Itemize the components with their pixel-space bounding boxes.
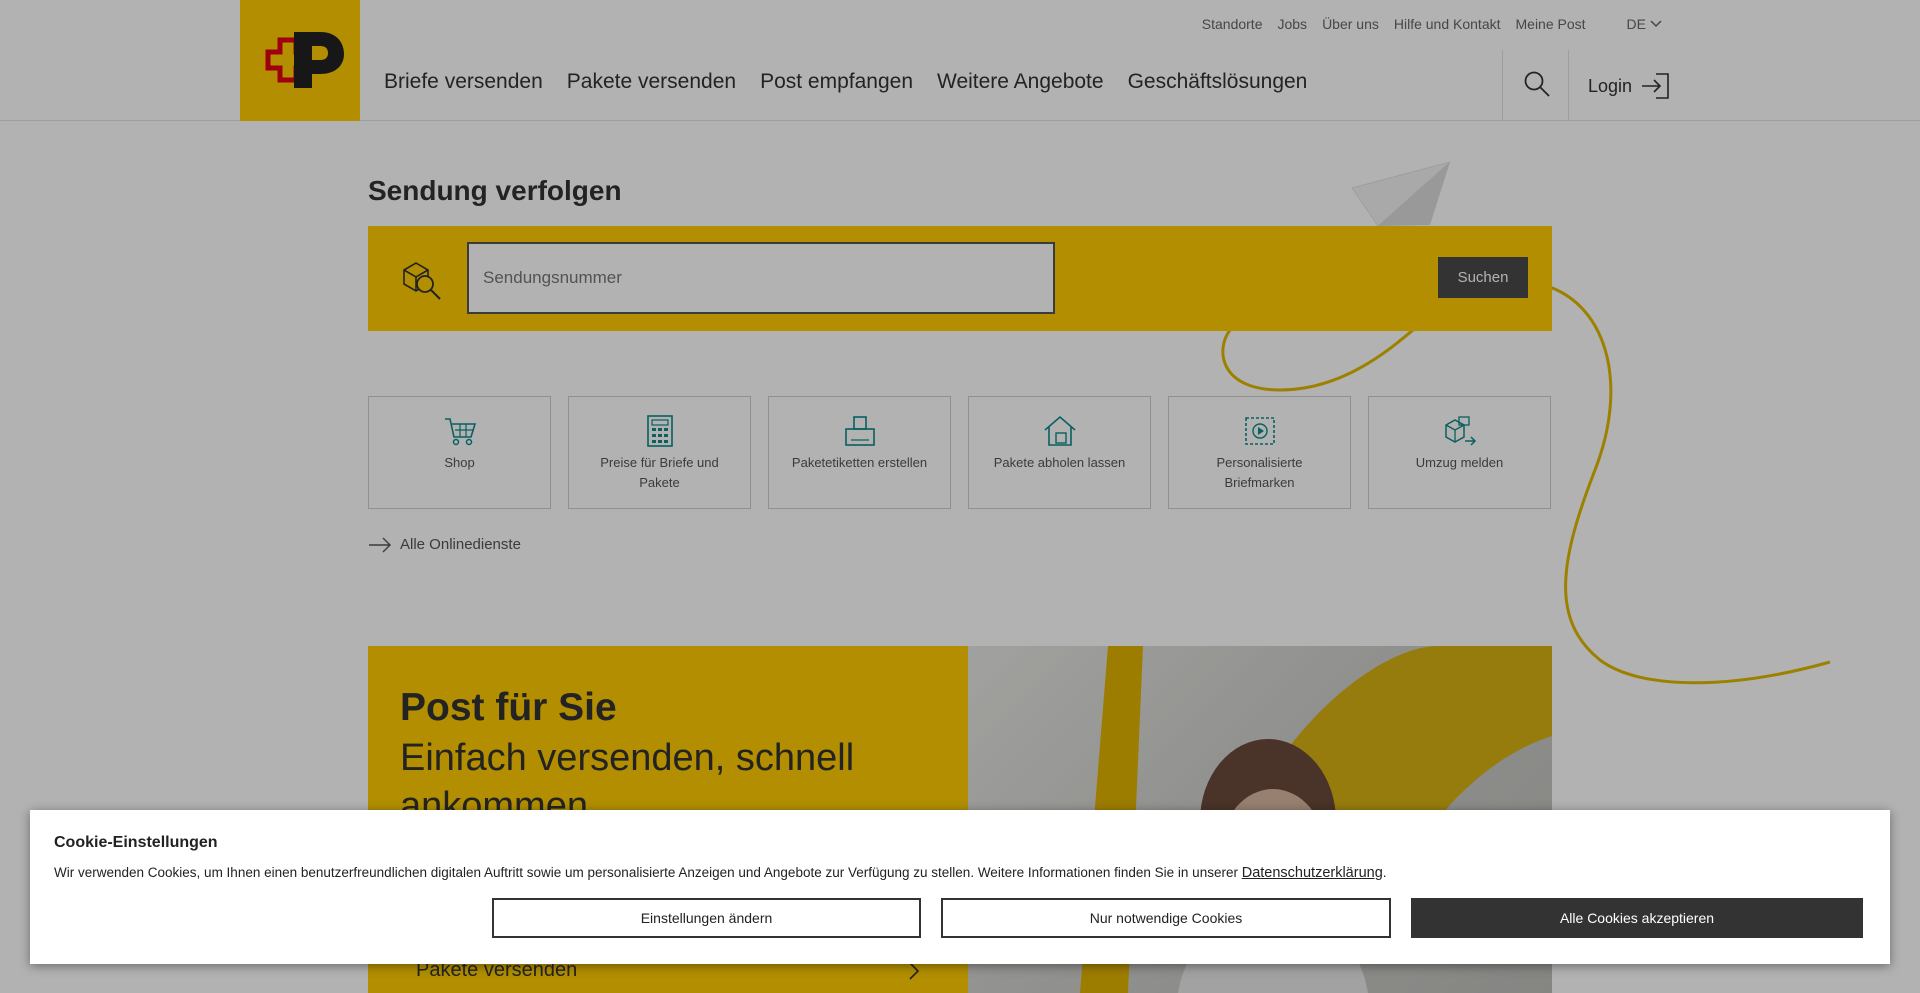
cookie-text: Wir verwenden Cookies, um Ihnen einen be… (54, 865, 1387, 881)
cookie-accept-all-button[interactable]: Alle Cookies akzeptieren (1411, 898, 1863, 938)
cookie-text-body: Wir verwenden Cookies, um Ihnen einen be… (54, 865, 1242, 880)
cookie-necessary-button[interactable]: Nur notwendige Cookies (941, 898, 1391, 938)
cookie-banner: Cookie-Einstellungen Wir verwenden Cooki… (30, 810, 1890, 964)
privacy-policy-link[interactable]: Datenschutzerklärung (1242, 865, 1383, 881)
cookie-title: Cookie-Einstellungen (54, 834, 218, 851)
cookie-text-end: . (1382, 865, 1387, 880)
cookie-settings-button[interactable]: Einstellungen ändern (492, 898, 921, 938)
